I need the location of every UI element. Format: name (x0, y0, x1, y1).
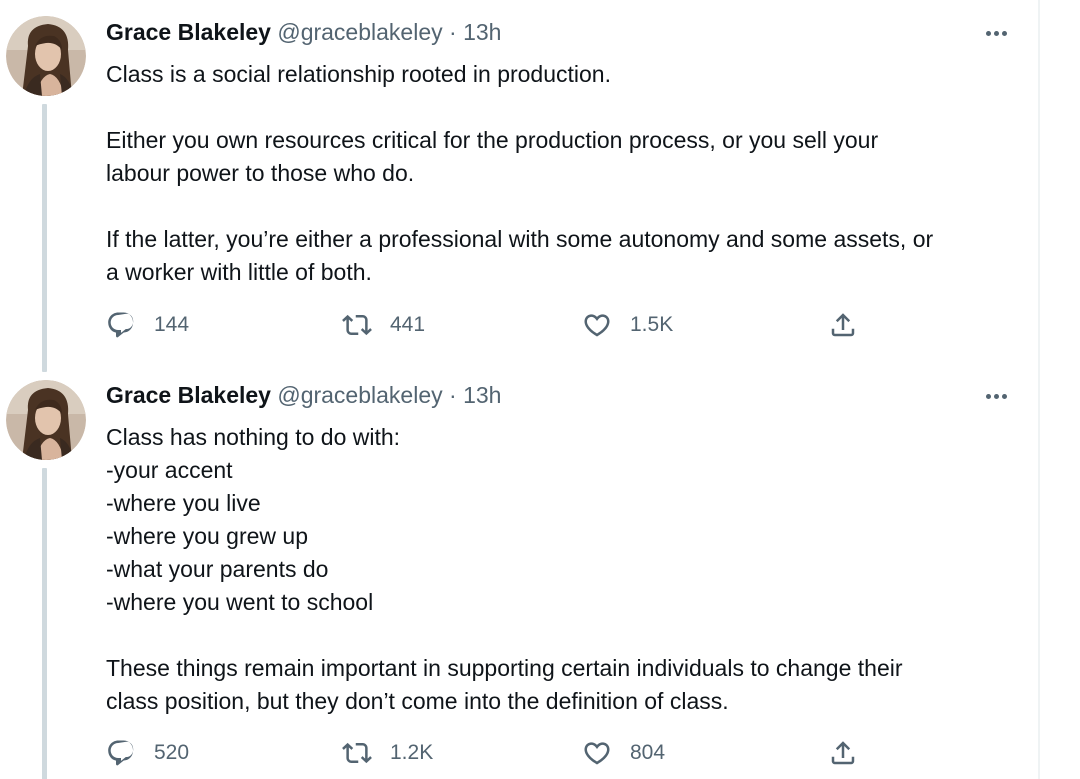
heart-icon (584, 742, 610, 765)
reply-button[interactable]: 520 (106, 736, 189, 770)
share-button[interactable] (828, 736, 858, 770)
like-count: 1.5K (630, 313, 674, 336)
separator: · (449, 382, 457, 408)
action-bar: 520 1.2K 804 (106, 736, 906, 770)
separator: · (449, 19, 457, 45)
retweet-count: 441 (390, 313, 426, 336)
tweet[interactable]: Grace Blakeley @graceblakeley · 13h Clas… (0, 0, 1038, 372)
more-icon[interactable] (980, 27, 1012, 39)
column-border (1038, 0, 1040, 779)
reply-icon (108, 740, 134, 766)
retweet-button[interactable]: 1.2K (342, 736, 433, 770)
avatar-photo (6, 16, 86, 96)
like-button[interactable]: 1.5K (582, 308, 673, 342)
text-line: -where you went to school (106, 589, 374, 615)
text-line: -what your parents do (106, 556, 329, 582)
reply-icon (108, 312, 134, 338)
more-icon[interactable] (980, 390, 1012, 402)
reply-count: 144 (154, 313, 190, 336)
reply-count: 520 (154, 741, 190, 764)
text-line: These things remain important in support… (106, 655, 903, 681)
text-line: -your accent (106, 457, 233, 483)
tweet-header: Grace Blakeley @graceblakeley · 13h (106, 381, 501, 409)
author-handle[interactable]: @graceblakeley (277, 382, 442, 408)
retweet-icon (342, 314, 372, 336)
share-icon (831, 313, 855, 337)
timeline: Grace Blakeley @graceblakeley · 13h Clas… (0, 0, 1080, 779)
text-line: -where you grew up (106, 523, 308, 549)
text-line: a worker with little of both. (106, 259, 372, 285)
text-line: -where you live (106, 490, 261, 516)
timestamp[interactable]: 13h (463, 19, 501, 45)
tweet-text: Class is a social relationship rooted in… (106, 58, 1026, 289)
text-line: Class has nothing to do with: (106, 424, 401, 450)
retweet-button[interactable]: 441 (342, 308, 425, 342)
text-line: class position, but they don’t come into… (106, 688, 729, 714)
thread-connector (42, 468, 47, 779)
share-icon (831, 741, 855, 765)
retweet-icon (342, 742, 372, 764)
text-line: Class is a social relationship rooted in… (106, 61, 611, 87)
avatar[interactable] (6, 16, 86, 96)
like-button[interactable]: 804 (582, 736, 665, 770)
avatar[interactable] (6, 380, 86, 460)
tweet-text: Class has nothing to do with: -your acce… (106, 421, 1026, 718)
text-line: Either you own resources critical for th… (106, 127, 879, 153)
reply-button[interactable]: 144 (106, 308, 189, 342)
author-name[interactable]: Grace Blakeley (106, 382, 271, 408)
author-name[interactable]: Grace Blakeley (106, 19, 271, 45)
share-button[interactable] (828, 308, 858, 342)
retweet-count: 1.2K (390, 741, 434, 764)
avatar-photo (6, 380, 86, 460)
like-count: 804 (630, 741, 666, 764)
tweet-header: Grace Blakeley @graceblakeley · 13h (106, 18, 501, 46)
thread-connector (42, 104, 47, 372)
text-line: If the latter, you’re either a professio… (106, 226, 934, 252)
tweet[interactable]: Grace Blakeley @graceblakeley · 13h Clas… (0, 363, 1038, 779)
timestamp[interactable]: 13h (463, 382, 501, 408)
action-bar: 144 441 1.5K (106, 308, 906, 342)
author-handle[interactable]: @graceblakeley (277, 19, 442, 45)
heart-icon (584, 314, 610, 337)
text-line: labour power to those who do. (106, 160, 415, 186)
